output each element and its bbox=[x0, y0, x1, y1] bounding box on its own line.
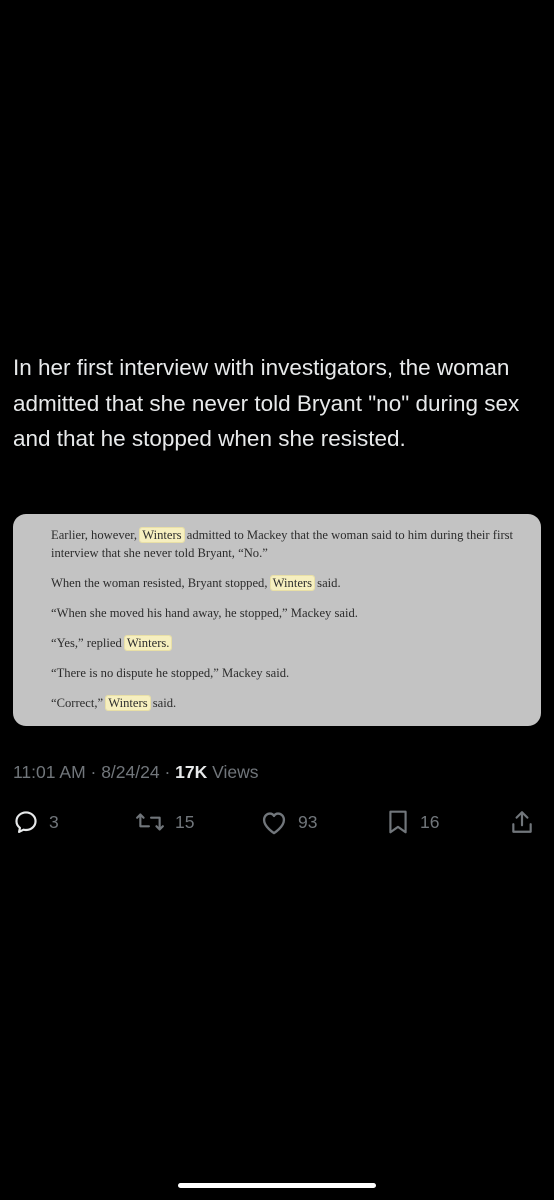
views-count: 17K bbox=[175, 762, 208, 782]
repost-count: 15 bbox=[175, 811, 195, 832]
article-excerpt: Earlier, however, Winters admitted to Ma… bbox=[13, 514, 541, 712]
highlighted-name: Winters. bbox=[123, 634, 173, 651]
reply-count: 3 bbox=[49, 811, 59, 832]
share-button[interactable] bbox=[510, 806, 534, 838]
action-bar: 3 15 93 16 bbox=[13, 806, 541, 838]
like-count: 93 bbox=[298, 811, 318, 832]
article-paragraph: When the woman resisted, Bryant stopped,… bbox=[51, 574, 341, 591]
repost-button[interactable]: 15 bbox=[135, 806, 194, 838]
share-icon bbox=[510, 809, 534, 835]
tweet-metadata: 11:01 AM · 8/24/24 · 17K Views bbox=[13, 762, 259, 782]
article-paragraph: Earlier, however, Winters admitted to Ma… bbox=[51, 527, 514, 560]
article-paragraph: “Yes,” replied Winters. bbox=[51, 634, 173, 651]
article-paragraph: “Correct,” Winters said. bbox=[51, 694, 177, 711]
views-label: Views bbox=[207, 762, 259, 782]
highlighted-name: Winters bbox=[139, 527, 185, 543]
bookmark-count: 16 bbox=[420, 811, 440, 832]
reply-icon bbox=[13, 809, 39, 835]
article-paragraph: “There is no dispute he stopped,” Mackey… bbox=[51, 665, 290, 680]
repost-icon bbox=[135, 809, 165, 835]
reply-button[interactable]: 3 bbox=[13, 806, 59, 838]
article-paragraph: “When she moved his hand away, he stoppe… bbox=[51, 605, 358, 620]
tweet-text: In her first interview with investigator… bbox=[13, 355, 520, 451]
post-date[interactable]: 8/24/24 bbox=[101, 762, 159, 782]
highlighted-name: Winters bbox=[105, 694, 151, 711]
highlighted-name: Winters bbox=[269, 574, 316, 591]
post-time[interactable]: 11:01 AM bbox=[13, 762, 86, 782]
home-indicator[interactable] bbox=[178, 1183, 376, 1188]
article-screenshot[interactable]: Earlier, however, Winters admitted to Ma… bbox=[13, 514, 541, 726]
bookmark-icon bbox=[386, 809, 410, 835]
bookmark-button[interactable]: 16 bbox=[386, 806, 439, 838]
heart-icon bbox=[260, 809, 288, 835]
like-button[interactable]: 93 bbox=[260, 806, 317, 838]
